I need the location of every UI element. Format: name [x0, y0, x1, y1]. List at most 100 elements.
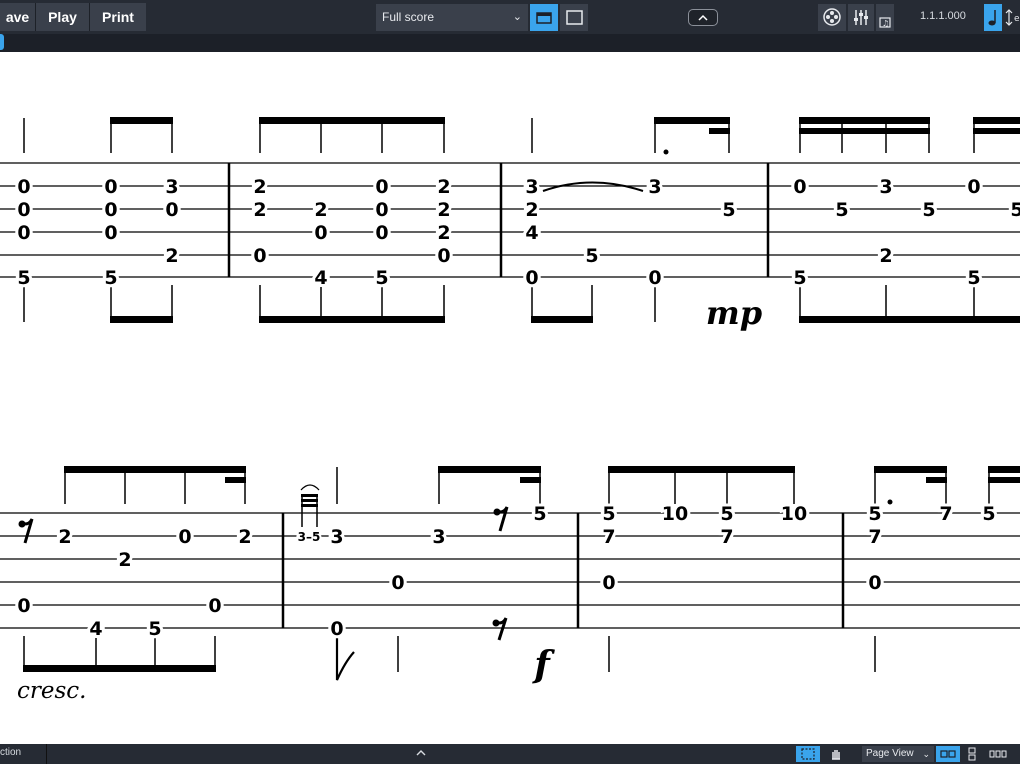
note-input-button[interactable]	[984, 4, 1002, 31]
fret-number: 0	[375, 222, 388, 244]
fret-number: 2	[253, 176, 266, 198]
spreads-icon	[940, 750, 956, 758]
fret-number: 0	[17, 222, 30, 244]
fret-number: 5	[967, 267, 980, 289]
cresc-text[interactable]: cresc.	[17, 678, 86, 704]
marquee-icon	[801, 748, 815, 760]
fret-number: 2	[253, 199, 266, 221]
fret-number: 7	[868, 526, 881, 548]
fret-number: 2	[165, 245, 178, 267]
view-type-select[interactable]: Page View ⌄	[862, 746, 934, 762]
fret-number: 5	[793, 267, 806, 289]
fret-number: 5	[722, 199, 735, 221]
chevron-up-icon[interactable]	[414, 747, 428, 762]
fret-number: 10	[662, 503, 688, 525]
barlines-system-2	[281, 513, 845, 628]
hand-tool-button[interactable]	[824, 746, 848, 762]
view-type-value: Page View	[866, 748, 914, 759]
music-note-icon: ♫	[879, 17, 891, 28]
fret-number: 3	[525, 176, 538, 198]
fret-number: 2	[437, 176, 450, 198]
fret-number: 2	[238, 526, 251, 548]
dynamic-marking[interactable]: f	[531, 644, 555, 686]
video-button[interactable]	[818, 4, 846, 31]
status-text: ction	[0, 747, 22, 758]
fret-number: 2	[314, 199, 327, 221]
fret-number: 7	[939, 503, 952, 525]
fret-number: 0	[375, 199, 388, 221]
fret-number: 0	[314, 222, 327, 244]
fret-number: 4	[314, 267, 327, 289]
fret-number: 5	[533, 503, 546, 525]
layout-select-value: Full score	[382, 10, 435, 24]
fret-number: 5	[982, 503, 995, 525]
fret-number: 0	[391, 572, 404, 594]
beams-system-2	[23, 466, 1020, 672]
print-button[interactable]: Print	[89, 3, 146, 31]
chevron-down-icon: ⌄	[512, 11, 522, 23]
vertical-resize-icon[interactable]: e	[1004, 4, 1020, 31]
score-page[interactable]: 0 0 0 5 0 0 0 5 3 0 2 2 2 0 2 0 4 0 0 0 …	[0, 52, 1020, 744]
fret-number: 5	[868, 503, 881, 525]
fret-number: 0	[648, 267, 661, 289]
fret-number: 5	[104, 267, 117, 289]
page-view-icon	[566, 10, 583, 25]
barlines-system-1	[227, 163, 770, 277]
fret-number: 0	[165, 199, 178, 221]
fret-number: 2	[879, 245, 892, 267]
fret-number: 0	[602, 572, 615, 594]
galley-view-icon	[536, 12, 552, 24]
fret-number: 2	[437, 222, 450, 244]
fret-number: 5	[375, 267, 388, 289]
fret-number: 7	[720, 526, 733, 548]
quarter-note-icon	[988, 10, 996, 26]
dynamic-marking[interactable]: mp	[706, 294, 762, 332]
active-tab-indicator[interactable]	[0, 34, 4, 50]
fret-number: 0	[330, 618, 343, 640]
save-button[interactable]: ave	[0, 3, 35, 31]
play-button[interactable]: Play	[35, 3, 89, 31]
page-view-button[interactable]	[560, 4, 588, 31]
fret-number: 5	[148, 618, 161, 640]
fret-number: 5	[602, 503, 615, 525]
fret-number: 0	[17, 199, 30, 221]
film-reel-icon	[823, 8, 841, 26]
fret-number: 5	[585, 245, 598, 267]
pages-horizontal-button[interactable]	[986, 746, 1010, 762]
pages-vertical-button[interactable]	[962, 746, 984, 762]
mixer-button[interactable]	[848, 4, 874, 31]
fret-number: 0	[17, 595, 30, 617]
fret-number: 2	[525, 199, 538, 221]
fret-number: 0	[178, 526, 191, 548]
fret-number: 0	[793, 176, 806, 198]
fret-number: 0	[868, 572, 881, 594]
fret-number: 0	[525, 267, 538, 289]
svg-text:♫: ♫	[882, 19, 889, 28]
layout-select[interactable]: Full score ⌄	[376, 4, 528, 31]
fret-number: 3	[165, 176, 178, 198]
fret-number: 5	[835, 199, 848, 221]
fret-number: 0	[104, 176, 117, 198]
chevron-down-icon: ⌄	[922, 749, 930, 759]
fret-number: 2	[118, 549, 131, 571]
fret-number: 3	[330, 526, 343, 548]
galley-view-button[interactable]	[530, 4, 558, 31]
fret-number: 3	[648, 176, 661, 198]
fret-number: 5	[17, 267, 30, 289]
fret-number: 5	[720, 503, 733, 525]
selection-tool-button[interactable]	[796, 746, 820, 762]
fret-number: 5	[1010, 199, 1020, 221]
fret-number: 2	[437, 199, 450, 221]
mixer-icon	[854, 10, 868, 25]
fret-number: 2	[58, 526, 71, 548]
svg-text:e: e	[1014, 14, 1020, 24]
grace-note-frets: 3–5	[298, 530, 321, 544]
midi-button[interactable]: ♫	[876, 4, 894, 31]
fret-number: 0	[208, 595, 221, 617]
fret-number: 10	[781, 503, 807, 525]
status-bar: ction Page View ⌄	[0, 744, 1020, 764]
fret-number: 0	[437, 245, 450, 267]
hide-panels-button[interactable]	[688, 9, 718, 26]
top-toolbar: ave Play Print Full score ⌄ ♫ 1.1.1.000 …	[0, 0, 1020, 34]
spreads-horizontal-button[interactable]	[936, 746, 960, 762]
